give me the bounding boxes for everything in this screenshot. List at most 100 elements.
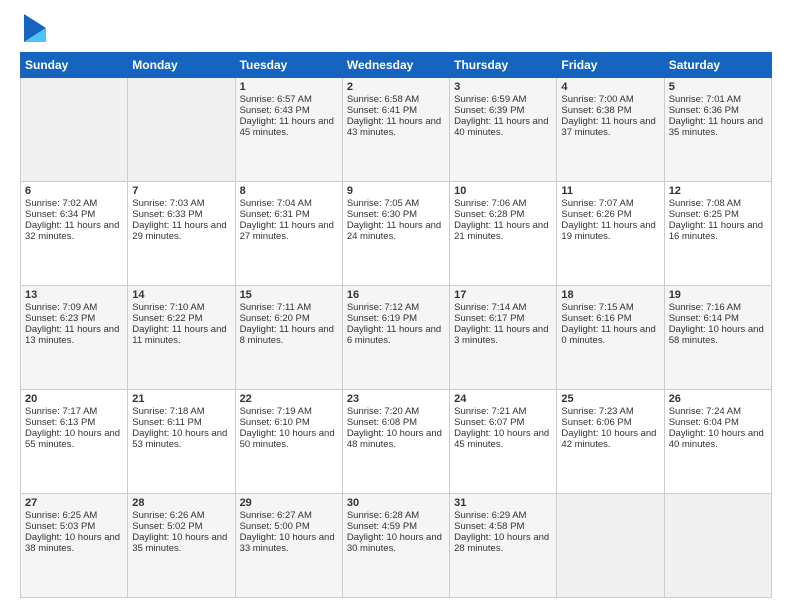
day-number: 4: [561, 81, 659, 93]
calendar-cell: 12Sunrise: 7:08 AMSunset: 6:25 PMDayligh…: [664, 182, 771, 286]
day-info: Daylight: 11 hours and 11 minutes.: [132, 324, 230, 346]
calendar-weekday-sunday: Sunday: [21, 53, 128, 78]
day-info: Sunset: 6:43 PM: [240, 105, 338, 116]
day-number: 25: [561, 393, 659, 405]
day-info: Daylight: 10 hours and 33 minutes.: [240, 532, 338, 554]
calendar-cell: 1Sunrise: 6:57 AMSunset: 6:43 PMDaylight…: [235, 78, 342, 182]
day-info: Daylight: 11 hours and 32 minutes.: [25, 220, 123, 242]
day-info: Daylight: 10 hours and 28 minutes.: [454, 532, 552, 554]
day-info: Sunset: 6:14 PM: [669, 313, 767, 324]
day-info: Sunrise: 7:17 AM: [25, 406, 123, 417]
calendar-cell: 9Sunrise: 7:05 AMSunset: 6:30 PMDaylight…: [342, 182, 449, 286]
calendar-cell: 16Sunrise: 7:12 AMSunset: 6:19 PMDayligh…: [342, 286, 449, 390]
day-info: Sunrise: 6:28 AM: [347, 510, 445, 521]
calendar-cell: 17Sunrise: 7:14 AMSunset: 6:17 PMDayligh…: [450, 286, 557, 390]
header: [20, 18, 772, 42]
logo: [20, 18, 46, 42]
day-info: Daylight: 10 hours and 58 minutes.: [669, 324, 767, 346]
day-info: Sunrise: 6:29 AM: [454, 510, 552, 521]
page: SundayMondayTuesdayWednesdayThursdayFrid…: [0, 0, 792, 612]
calendar-cell: 10Sunrise: 7:06 AMSunset: 6:28 PMDayligh…: [450, 182, 557, 286]
day-info: Sunrise: 7:21 AM: [454, 406, 552, 417]
day-info: Sunrise: 6:25 AM: [25, 510, 123, 521]
calendar-cell: 26Sunrise: 7:24 AMSunset: 6:04 PMDayligh…: [664, 390, 771, 494]
day-info: Sunset: 5:00 PM: [240, 521, 338, 532]
day-info: Daylight: 11 hours and 8 minutes.: [240, 324, 338, 346]
day-number: 16: [347, 289, 445, 301]
calendar-cell: 21Sunrise: 7:18 AMSunset: 6:11 PMDayligh…: [128, 390, 235, 494]
day-info: Sunset: 6:20 PM: [240, 313, 338, 324]
day-number: 23: [347, 393, 445, 405]
day-info: Sunset: 6:16 PM: [561, 313, 659, 324]
calendar-cell: 18Sunrise: 7:15 AMSunset: 6:16 PMDayligh…: [557, 286, 664, 390]
day-info: Daylight: 11 hours and 27 minutes.: [240, 220, 338, 242]
calendar-cell: 2Sunrise: 6:58 AMSunset: 6:41 PMDaylight…: [342, 78, 449, 182]
day-info: Daylight: 10 hours and 35 minutes.: [132, 532, 230, 554]
day-info: Sunrise: 7:03 AM: [132, 198, 230, 209]
day-info: Sunrise: 7:00 AM: [561, 94, 659, 105]
day-number: 19: [669, 289, 767, 301]
calendar-cell: 29Sunrise: 6:27 AMSunset: 5:00 PMDayligh…: [235, 494, 342, 598]
day-info: Sunrise: 7:01 AM: [669, 94, 767, 105]
day-info: Sunrise: 7:19 AM: [240, 406, 338, 417]
calendar-table: SundayMondayTuesdayWednesdayThursdayFrid…: [20, 52, 772, 598]
calendar-cell: [21, 78, 128, 182]
day-info: Sunrise: 7:07 AM: [561, 198, 659, 209]
calendar-week-3: 13Sunrise: 7:09 AMSunset: 6:23 PMDayligh…: [21, 286, 772, 390]
calendar-cell: 25Sunrise: 7:23 AMSunset: 6:06 PMDayligh…: [557, 390, 664, 494]
calendar-cell: 19Sunrise: 7:16 AMSunset: 6:14 PMDayligh…: [664, 286, 771, 390]
day-number: 5: [669, 81, 767, 93]
day-number: 10: [454, 185, 552, 197]
day-info: Sunset: 6:22 PM: [132, 313, 230, 324]
day-info: Sunrise: 6:26 AM: [132, 510, 230, 521]
calendar-week-5: 27Sunrise: 6:25 AMSunset: 5:03 PMDayligh…: [21, 494, 772, 598]
day-number: 26: [669, 393, 767, 405]
calendar-header-row: SundayMondayTuesdayWednesdayThursdayFrid…: [21, 53, 772, 78]
calendar-week-2: 6Sunrise: 7:02 AMSunset: 6:34 PMDaylight…: [21, 182, 772, 286]
day-number: 8: [240, 185, 338, 197]
day-info: Sunset: 5:03 PM: [25, 521, 123, 532]
day-info: Sunset: 4:58 PM: [454, 521, 552, 532]
day-info: Daylight: 11 hours and 0 minutes.: [561, 324, 659, 346]
day-number: 30: [347, 497, 445, 509]
day-number: 21: [132, 393, 230, 405]
logo-icon: [24, 14, 46, 42]
day-info: Sunset: 6:10 PM: [240, 417, 338, 428]
day-info: Daylight: 11 hours and 6 minutes.: [347, 324, 445, 346]
day-info: Daylight: 11 hours and 3 minutes.: [454, 324, 552, 346]
day-info: Daylight: 10 hours and 30 minutes.: [347, 532, 445, 554]
day-info: Sunrise: 7:18 AM: [132, 406, 230, 417]
day-info: Daylight: 10 hours and 50 minutes.: [240, 428, 338, 450]
day-info: Sunset: 6:30 PM: [347, 209, 445, 220]
day-info: Sunset: 6:26 PM: [561, 209, 659, 220]
calendar-cell: 6Sunrise: 7:02 AMSunset: 6:34 PMDaylight…: [21, 182, 128, 286]
day-info: Sunset: 6:17 PM: [454, 313, 552, 324]
calendar-cell: 23Sunrise: 7:20 AMSunset: 6:08 PMDayligh…: [342, 390, 449, 494]
calendar-cell: 13Sunrise: 7:09 AMSunset: 6:23 PMDayligh…: [21, 286, 128, 390]
calendar-cell: 15Sunrise: 7:11 AMSunset: 6:20 PMDayligh…: [235, 286, 342, 390]
calendar-cell: 11Sunrise: 7:07 AMSunset: 6:26 PMDayligh…: [557, 182, 664, 286]
day-number: 20: [25, 393, 123, 405]
calendar-weekday-saturday: Saturday: [664, 53, 771, 78]
day-number: 22: [240, 393, 338, 405]
day-info: Daylight: 11 hours and 16 minutes.: [669, 220, 767, 242]
day-info: Sunrise: 6:27 AM: [240, 510, 338, 521]
day-info: Sunset: 6:11 PM: [132, 417, 230, 428]
day-info: Sunrise: 7:14 AM: [454, 302, 552, 313]
day-info: Daylight: 10 hours and 48 minutes.: [347, 428, 445, 450]
day-number: 13: [25, 289, 123, 301]
day-info: Sunrise: 7:08 AM: [669, 198, 767, 209]
day-info: Sunset: 6:25 PM: [669, 209, 767, 220]
day-number: 31: [454, 497, 552, 509]
day-info: Sunset: 6:04 PM: [669, 417, 767, 428]
day-info: Sunrise: 7:24 AM: [669, 406, 767, 417]
day-info: Daylight: 10 hours and 55 minutes.: [25, 428, 123, 450]
day-info: Sunset: 6:28 PM: [454, 209, 552, 220]
day-info: Sunset: 6:23 PM: [25, 313, 123, 324]
day-info: Sunrise: 6:59 AM: [454, 94, 552, 105]
day-info: Daylight: 11 hours and 43 minutes.: [347, 116, 445, 138]
day-info: Daylight: 11 hours and 37 minutes.: [561, 116, 659, 138]
calendar-cell: 30Sunrise: 6:28 AMSunset: 4:59 PMDayligh…: [342, 494, 449, 598]
day-number: 9: [347, 185, 445, 197]
day-info: Sunrise: 7:12 AM: [347, 302, 445, 313]
